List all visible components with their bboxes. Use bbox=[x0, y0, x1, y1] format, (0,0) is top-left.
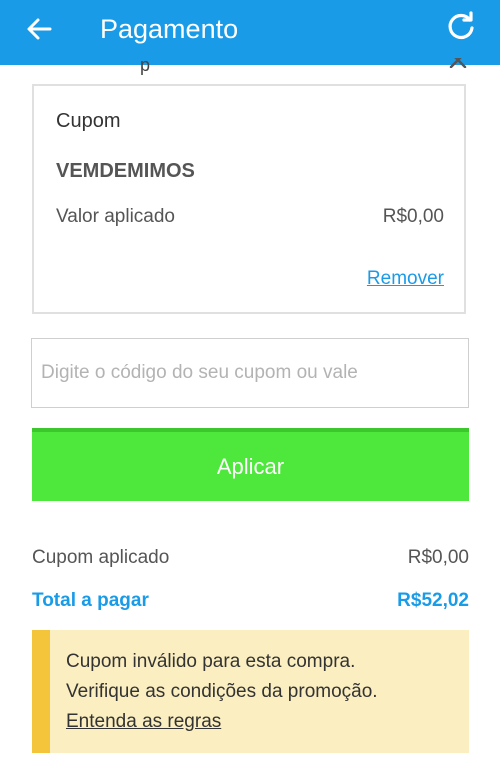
alert-hint: Verifique as condições da promoção. bbox=[66, 681, 378, 702]
remove-coupon-link[interactable]: Remover bbox=[367, 268, 444, 290]
page-title: Pagamento bbox=[100, 14, 239, 44]
applied-coupon-card: Cupom VEMDEMIMOS Valor aplicado R$0,00 R… bbox=[32, 84, 466, 314]
apply-coupon-button[interactable]: Aplicar bbox=[32, 428, 469, 501]
total-row: Total a pagar R$52,02 bbox=[32, 590, 469, 612]
coupon-label: Cupom bbox=[56, 110, 121, 132]
total-value: R$52,02 bbox=[397, 590, 469, 611]
coupon-applied-label: Cupom aplicado bbox=[32, 547, 170, 568]
coupon-code: VEMDEMIMOS bbox=[56, 160, 195, 182]
rules-link[interactable]: Entenda as regras bbox=[66, 711, 221, 733]
coupon-code-input[interactable] bbox=[31, 338, 469, 408]
scrolled-section-title: p bbox=[140, 55, 151, 75]
collapse-icon[interactable] bbox=[448, 58, 468, 68]
back-button[interactable] bbox=[24, 14, 54, 44]
app-bar: Pagamento bbox=[0, 0, 500, 65]
refresh-button[interactable] bbox=[444, 10, 478, 44]
applied-value-label: Valor aplicado bbox=[56, 206, 176, 227]
total-label: Total a pagar bbox=[32, 590, 149, 611]
coupon-applied-value: R$0,00 bbox=[407, 547, 469, 568]
arrow-left-icon bbox=[27, 18, 52, 40]
coupon-applied-row: Cupom aplicado R$0,00 bbox=[32, 547, 469, 569]
refresh-icon bbox=[448, 11, 474, 40]
alert-message: Cupom inválido para esta compra. bbox=[66, 651, 356, 672]
invalid-coupon-alert: Cupom inválido para esta compra. Verifiq… bbox=[32, 630, 469, 753]
alert-accent-bar bbox=[32, 630, 50, 753]
applied-value: R$0,00 bbox=[382, 206, 444, 227]
